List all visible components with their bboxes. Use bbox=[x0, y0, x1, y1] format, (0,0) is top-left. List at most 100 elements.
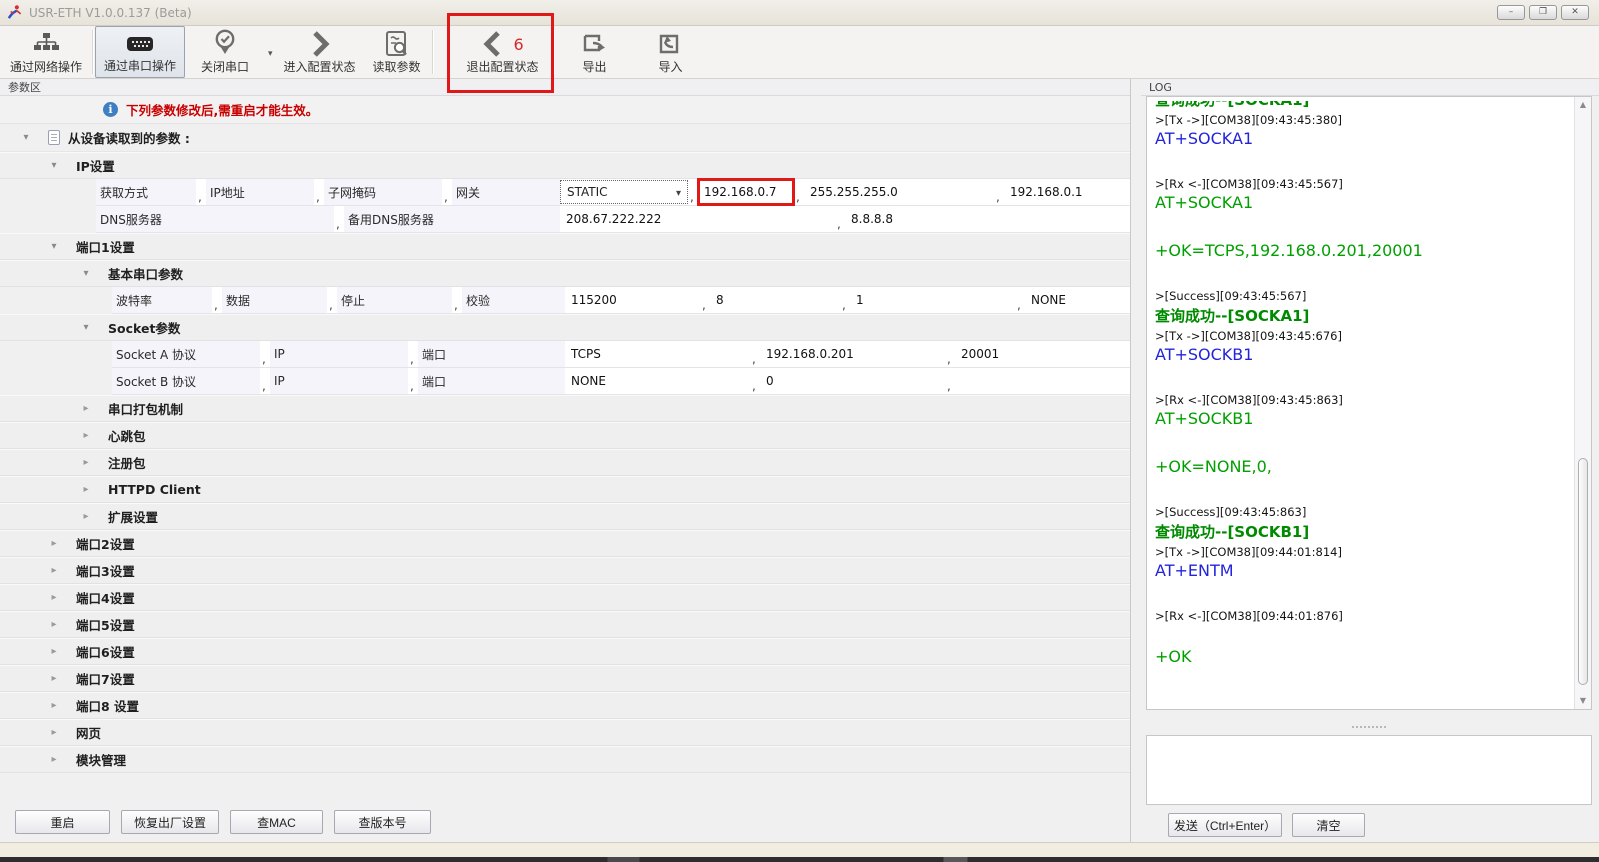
toolbar-read-params-button[interactable]: 读取参数 bbox=[364, 26, 430, 78]
expander-icon[interactable]: ▸ bbox=[48, 538, 60, 549]
expander-icon[interactable]: ▸ bbox=[80, 430, 92, 441]
clear-button[interactable]: 清空 bbox=[1292, 813, 1365, 837]
section-socket-params[interactable]: ▾ Socket参数 bbox=[0, 314, 1130, 341]
query-mac-button[interactable]: 查MAC bbox=[230, 810, 323, 834]
field-label: IP地址 bbox=[206, 179, 314, 205]
tree-root-row[interactable]: ▾ 从设备读取到的参数 : bbox=[0, 124, 1130, 152]
expander-icon[interactable]: ▸ bbox=[48, 700, 60, 711]
expander-icon[interactable]: ▾ bbox=[48, 241, 60, 252]
separator bbox=[835, 206, 845, 232]
toolbar-network-mode-button[interactable]: 通过网络操作 bbox=[2, 26, 90, 78]
section-port5[interactable]: ▸端口5设置 bbox=[0, 611, 1130, 638]
log-panel-header: LOG bbox=[1141, 79, 1599, 96]
expander-icon[interactable]: ▾ bbox=[48, 160, 60, 171]
dns-config-row: DNS服务器 备用DNS服务器 208.67.222.222 8.8.8.8 bbox=[96, 206, 1130, 233]
log-line: AT+SOCKB1 bbox=[1155, 409, 1569, 428]
section-heartbeat[interactable]: ▸心跳包 bbox=[0, 422, 1130, 449]
toolbar-separator bbox=[553, 30, 554, 74]
restore-button[interactable]: ❐ bbox=[1529, 5, 1557, 20]
send-input[interactable] bbox=[1146, 735, 1592, 805]
app-logo-icon bbox=[6, 4, 23, 21]
taskbar-edge bbox=[0, 857, 1599, 862]
scroll-down-icon[interactable]: ▼ bbox=[1575, 693, 1591, 709]
panel-splitter[interactable] bbox=[1130, 79, 1141, 842]
expander-icon[interactable]: ▸ bbox=[48, 646, 60, 657]
factory-reset-button[interactable]: 恢复出厂设置 bbox=[121, 810, 219, 834]
subnet-mask-field[interactable]: 255.255.255.0 bbox=[804, 179, 994, 205]
scrollbar-thumb[interactable] bbox=[1578, 458, 1588, 684]
section-packing[interactable]: ▸串口打包机制 bbox=[0, 395, 1130, 422]
toolbar-serial-mode-button[interactable]: 通过串口操作 bbox=[95, 26, 185, 78]
close-serial-dropdown[interactable] bbox=[265, 26, 276, 78]
section-label: IP设置 bbox=[76, 156, 115, 175]
send-button[interactable]: 发送（Ctrl+Enter） bbox=[1168, 813, 1282, 837]
toolbar-export-button[interactable]: 导出 bbox=[564, 26, 626, 78]
section-extended[interactable]: ▸扩展设置 bbox=[0, 503, 1130, 530]
expander-icon[interactable]: ▸ bbox=[48, 754, 60, 765]
section-ip-settings[interactable]: ▾ IP设置 bbox=[0, 152, 1130, 179]
parity-field[interactable]: NONE bbox=[1025, 287, 1130, 313]
section-module-management[interactable]: ▸ 模块管理 bbox=[0, 746, 1130, 773]
log-splitter[interactable] bbox=[1146, 722, 1592, 734]
expander-icon[interactable]: ▸ bbox=[80, 484, 92, 495]
separator bbox=[334, 206, 344, 232]
close-button[interactable]: ✕ bbox=[1561, 5, 1589, 20]
baud-rate-field[interactable]: 115200 bbox=[565, 287, 700, 313]
gateway-field[interactable]: 192.168.0.1 bbox=[1004, 179, 1130, 205]
log-line: >[Rx <-][COM38][09:43:45:863] bbox=[1155, 393, 1569, 407]
section-registration[interactable]: ▸注册包 bbox=[0, 449, 1130, 476]
section-port7[interactable]: ▸端口7设置 bbox=[0, 665, 1130, 692]
expander-icon[interactable]: ▾ bbox=[20, 132, 32, 143]
toolbar-close-serial-button[interactable]: 关闭串口 bbox=[185, 26, 265, 78]
expander-icon[interactable]: ▸ bbox=[48, 592, 60, 603]
expander-icon[interactable]: ▸ bbox=[80, 457, 92, 468]
log-clipped-line: 查询成功--[SOCKA1] bbox=[1155, 101, 1569, 110]
dns-secondary-field[interactable]: 8.8.8.8 bbox=[845, 206, 1130, 232]
separator bbox=[442, 179, 452, 205]
notice-row: i 下列参数修改后,需重启才能生效。 bbox=[0, 96, 1130, 124]
minimize-button[interactable]: – bbox=[1497, 5, 1525, 20]
expander-icon[interactable]: ▸ bbox=[48, 673, 60, 684]
restart-button[interactable]: 重启 bbox=[15, 810, 110, 834]
field-label: 备用DNS服务器 bbox=[344, 206, 560, 232]
separator bbox=[212, 287, 222, 313]
field-label: IP bbox=[270, 341, 408, 367]
expander-icon[interactable]: ▾ bbox=[80, 322, 92, 333]
socket-b-ip-field[interactable]: 0 bbox=[760, 368, 945, 394]
expander-icon[interactable]: ▸ bbox=[48, 727, 60, 738]
ip-method-dropdown[interactable]: STATIC bbox=[560, 180, 688, 204]
section-port4[interactable]: ▸端口4设置 bbox=[0, 584, 1130, 611]
section-port2[interactable]: ▸端口2设置 bbox=[0, 530, 1130, 557]
toolbar-import-button[interactable]: 导入 bbox=[640, 26, 702, 78]
section-label: 模块管理 bbox=[76, 750, 126, 769]
data-bits-field[interactable]: 8 bbox=[710, 287, 840, 313]
expander-icon[interactable]: ▸ bbox=[80, 511, 92, 522]
expander-icon[interactable]: ▸ bbox=[80, 403, 92, 414]
section-webpage[interactable]: ▸网页 bbox=[0, 719, 1130, 746]
stop-bits-field[interactable]: 1 bbox=[850, 287, 1015, 313]
socket-a-ip-field[interactable]: 192.168.0.201 bbox=[760, 341, 945, 367]
section-port3[interactable]: ▸端口3设置 bbox=[0, 557, 1130, 584]
ip-address-field[interactable]: 192.168.0.7 bbox=[698, 179, 794, 205]
toolbar-exit-config-button[interactable]: 6 退出配置状态 bbox=[455, 26, 551, 78]
socket-b-protocol-field[interactable]: NONE bbox=[565, 368, 750, 394]
socket-b-port-field[interactable] bbox=[955, 368, 1130, 394]
socket-a-protocol-field[interactable]: TCPS bbox=[565, 341, 750, 367]
log-buttons-row: 发送（Ctrl+Enter） 清空 bbox=[1168, 813, 1365, 837]
query-version-button[interactable]: 查版本号 bbox=[334, 810, 431, 834]
scroll-up-icon[interactable]: ▲ bbox=[1575, 97, 1591, 113]
section-httpd-client[interactable]: ▸HTTPD Client bbox=[0, 476, 1130, 503]
section-port8[interactable]: ▸端口8 设置 bbox=[0, 692, 1130, 719]
toolbar-button-label: 导入 bbox=[659, 58, 683, 75]
expander-icon[interactable]: ▸ bbox=[48, 619, 60, 630]
section-port6[interactable]: ▸端口6设置 bbox=[0, 638, 1130, 665]
log-scrollbar[interactable]: ▲ ▼ bbox=[1574, 97, 1591, 709]
section-port1-settings[interactable]: ▾ 端口1设置 bbox=[0, 233, 1130, 260]
socket-a-port-field[interactable]: 20001 bbox=[955, 341, 1130, 367]
section-basic-serial[interactable]: ▾ 基本串口参数 bbox=[0, 260, 1130, 287]
expander-icon[interactable]: ▸ bbox=[48, 565, 60, 576]
log-line: >[Rx <-][COM38][09:44:01:876] bbox=[1155, 609, 1569, 623]
toolbar-enter-config-button[interactable]: 进入配置状态 bbox=[276, 26, 364, 78]
dns-primary-field[interactable]: 208.67.222.222 bbox=[560, 206, 835, 232]
expander-icon[interactable]: ▾ bbox=[80, 268, 92, 279]
